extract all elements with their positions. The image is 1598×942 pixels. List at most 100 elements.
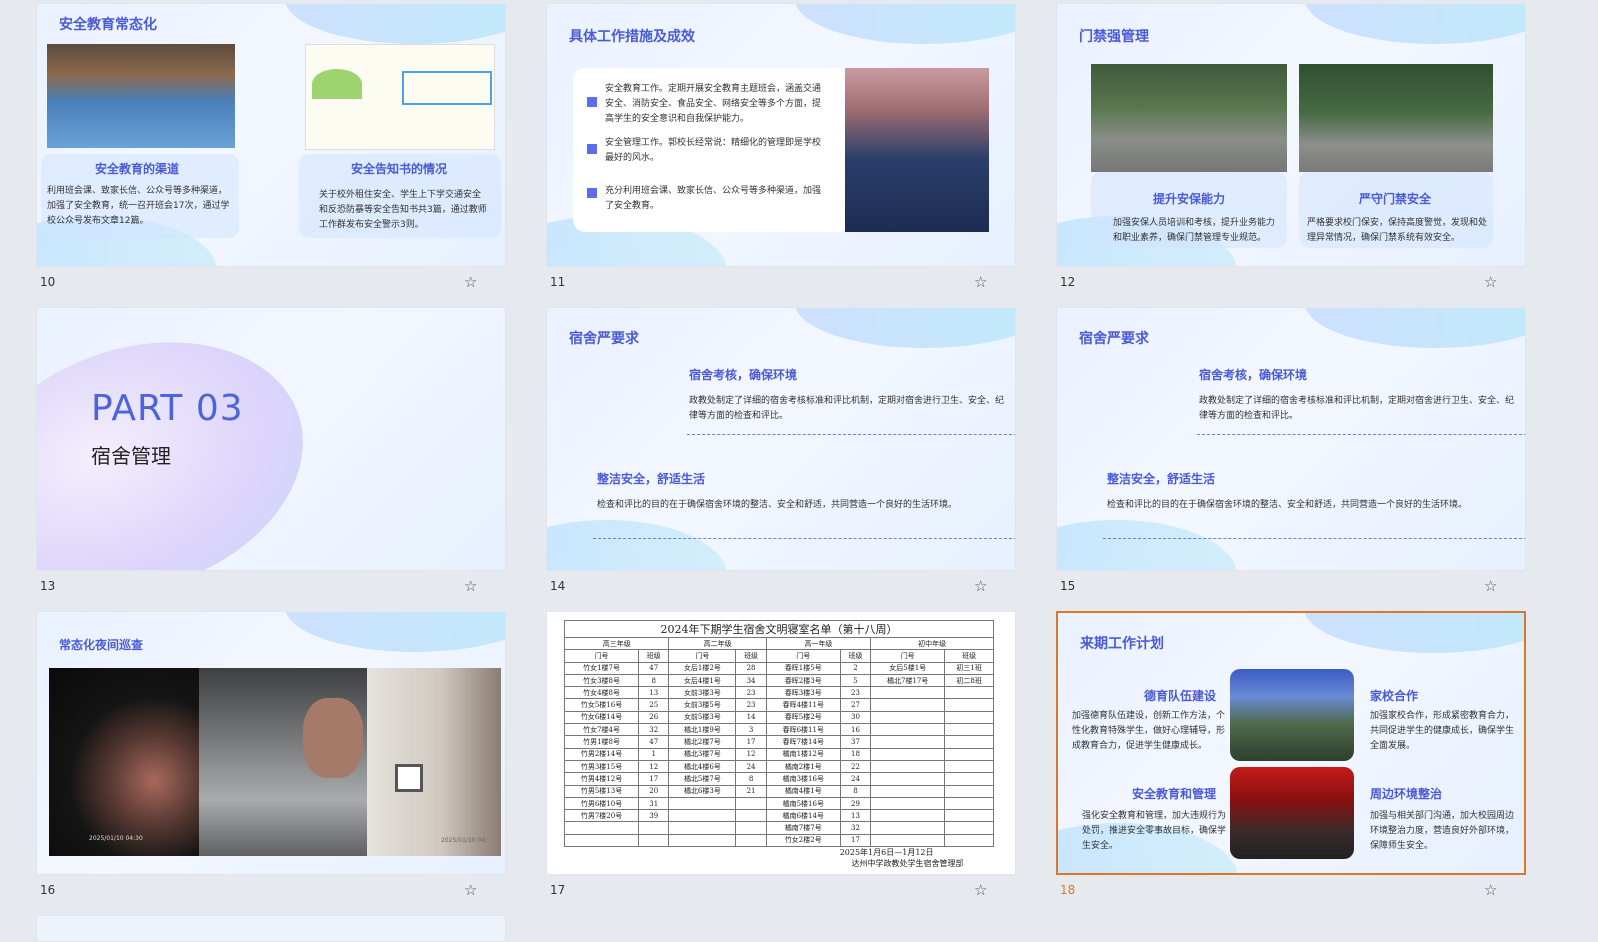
slide-cell-18[interactable]: 来期工作计划 德育队伍建设 加强德育队伍建设，创新工作方法，个性化教育特殊学生，…	[1056, 611, 1526, 911]
star-icon[interactable]: ☆	[1484, 881, 1497, 899]
plan-heading-4: 周边环境整治	[1370, 787, 1443, 801]
slide-cell-16[interactable]: 常态化夜间巡查 2025/01/10 04:30 2025/01/10 04: …	[36, 611, 506, 911]
table-cell: 8	[638, 673, 670, 688]
star-icon[interactable]: ☆	[464, 881, 477, 899]
table-cell: 47	[638, 661, 670, 675]
slide-number: 14	[550, 579, 566, 593]
table-cell	[735, 821, 767, 835]
table-cell	[944, 796, 994, 811]
star-icon[interactable]: ☆	[1484, 577, 1497, 595]
table-cell	[944, 784, 994, 798]
slide-number: 13	[40, 579, 56, 593]
table-cell: 橘北3楼7号	[668, 747, 737, 761]
table-cell: 春晖2楼3号	[765, 673, 841, 688]
table-cell: 竹男2楼14号	[563, 747, 640, 761]
meeting-photo	[1230, 669, 1354, 761]
table-cell: 女前3楼5号	[668, 698, 737, 712]
table-cell	[668, 821, 737, 835]
table-cell: 初三1班	[944, 661, 994, 675]
slide-thumbnail-10[interactable]: 安全教育常态化 安全教育的渠道 利用班会课、致家长信、公众号等多种渠道，加强了安…	[36, 3, 506, 267]
table-cell: 25	[638, 698, 670, 712]
table-cell: 32	[839, 821, 872, 835]
table-cell	[735, 809, 767, 823]
heading-1: 宿舍考核，确保环境	[689, 368, 798, 382]
slide-thumbnail-12[interactable]: 门禁强管理 提升安保能力 加强安保人员培训和考核，提升业务能力和职业素养，确保门…	[1056, 3, 1526, 267]
table-cell: 26	[638, 710, 670, 725]
photo-timestamp: 2025/01/10 04:	[441, 837, 488, 844]
table-cell	[944, 686, 994, 700]
slide-title: 门禁强管理	[1079, 29, 1149, 45]
table-cell: 30	[839, 710, 872, 725]
table-cell: 竹男3楼15号	[563, 759, 640, 774]
table-cell: 20	[638, 784, 670, 798]
slide-thumbnail-15[interactable]: 宿舍严要求 宿舍考核，确保环境 政教处制定了详细的宿舍考核标准和评比机制，定期对…	[1056, 307, 1526, 571]
table-row: 竹男7楼20号 39 橘南6楼14号 13	[563, 809, 994, 823]
table-cell: 女后5楼1号	[870, 661, 946, 675]
table-cell	[870, 796, 946, 811]
slide-cell-10[interactable]: 安全教育常态化 安全教育的渠道 利用班会课、致家长信、公众号等多种渠道，加强了安…	[36, 3, 506, 303]
table-cell: 橘南3楼16号	[765, 772, 841, 786]
table-cell: 12	[638, 759, 670, 774]
slide-thumbnail-13[interactable]: PART 03 宿舍管理	[36, 307, 506, 571]
night-patrol-photo-2	[199, 668, 367, 856]
table-cell	[668, 809, 737, 823]
table-cell: 3	[735, 723, 767, 737]
heading-2: 整洁安全，舒适生活	[1107, 472, 1216, 486]
star-icon[interactable]: ☆	[464, 273, 477, 291]
table-row: 竹女2楼2号 17	[563, 833, 994, 848]
table-cell: 竹男1楼8号	[563, 735, 640, 749]
table-cell: 竹女2楼2号	[765, 833, 841, 848]
table-cell: 31	[638, 796, 670, 811]
table-col-header: 门号	[870, 649, 946, 663]
star-icon[interactable]: ☆	[974, 881, 987, 899]
table-cell	[944, 772, 994, 786]
slide-title: 宿舍严要求	[569, 331, 639, 347]
table-cell	[870, 686, 946, 700]
slide-cell-15[interactable]: 宿舍严要求 宿舍考核，确保环境 政教处制定了详细的宿舍考核标准和评比机制，定期对…	[1056, 307, 1526, 607]
table-row: 竹男1楼8号 47 橘北2楼7号 17 春晖7楼14号 37	[563, 735, 994, 749]
right-heading: 严守门禁安全	[1359, 192, 1432, 206]
table-footer: 达州中学政教处学生宿舍管理部	[851, 859, 964, 869]
slide-thumbnail-17[interactable]: 2024年下期学生宿舍文明寝室名单（第十八周） 高三年级 高二年级 高一年级 初中年级门…	[546, 611, 1016, 875]
star-icon[interactable]: ☆	[974, 273, 987, 291]
slide-number: 12	[1060, 275, 1076, 289]
right-heading: 安全告知书的情况	[351, 162, 448, 176]
slide-cell-17[interactable]: 2024年下期学生宿舍文明寝室名单（第十八周） 高三年级 高二年级 高一年级 初中年级门…	[546, 611, 1016, 911]
table-cell	[944, 821, 994, 835]
star-icon[interactable]: ☆	[464, 577, 477, 595]
section-subtitle: 宿舍管理	[91, 444, 171, 468]
slide-cell-14[interactable]: 宿舍严要求 宿舍考核，确保环境 政教处制定了详细的宿舍考核标准和评比机制，定期对…	[546, 307, 1016, 607]
slide-number: 18	[1060, 883, 1076, 897]
table-cell: 橘北2楼7号	[668, 735, 737, 749]
table-cell	[563, 821, 640, 835]
table-cell: 17	[735, 735, 767, 749]
star-icon[interactable]: ☆	[974, 577, 987, 595]
table-col-header: 班级	[944, 649, 994, 663]
table-cell: 8	[839, 784, 872, 798]
table-cell: 22	[839, 759, 872, 774]
slide-cell-13[interactable]: PART 03 宿舍管理 13 ☆	[36, 307, 506, 607]
table-cell: 橘北5楼7号	[668, 772, 737, 786]
table-cell: 2	[839, 661, 872, 675]
slide-cell-11[interactable]: 具体工作措施及成效 安全教育工作。定期开展安全教育主题班会，涵盖交通安全、消防安…	[546, 3, 1016, 303]
slide-thumbnail-19-partial[interactable]	[36, 915, 506, 942]
bullet-text-3: 充分利用班会课、致家长信、公众号等多种渠道，加强了安全教育。	[605, 186, 822, 211]
star-icon[interactable]: ☆	[1484, 273, 1497, 291]
table-cell	[870, 710, 946, 725]
table-group-header: 初中年级	[870, 636, 994, 651]
notice-document-image	[305, 44, 495, 150]
table-cell: 21	[735, 784, 767, 798]
table-row: 竹男3楼15号 12 橘北4楼6号 24 橘南2楼1号 22	[563, 759, 994, 774]
table-cell: 29	[839, 796, 872, 811]
slide-thumbnail-18[interactable]: 来期工作计划 德育队伍建设 加强德育队伍建设，创新工作方法，个性化教育特殊学生，…	[1056, 611, 1526, 875]
slide-number: 11	[550, 275, 566, 289]
plan-heading-1: 德育队伍建设	[1144, 689, 1217, 703]
table-cell	[735, 833, 767, 848]
slide-thumbnail-11[interactable]: 具体工作措施及成效 安全教育工作。定期开展安全教育主题班会，涵盖交通安全、消防安…	[546, 3, 1016, 267]
right-text: 关于校外租住安全、学生上下学交通安全和反恐防暴等安全告知书共3篇，通过教师工作群…	[319, 190, 487, 230]
slide-title: 宿舍严要求	[1079, 331, 1149, 347]
slide-cell-12[interactable]: 门禁强管理 提升安保能力 加强安保人员培训和考核，提升业务能力和职业素养，确保门…	[1056, 3, 1526, 303]
slide-thumbnail-14[interactable]: 宿舍严要求 宿舍考核，确保环境 政教处制定了详细的宿舍考核标准和评比机制，定期对…	[546, 307, 1016, 571]
table-cell: 34	[735, 673, 767, 688]
slide-thumbnail-16[interactable]: 常态化夜间巡查 2025/01/10 04:30 2025/01/10 04:	[36, 611, 506, 875]
